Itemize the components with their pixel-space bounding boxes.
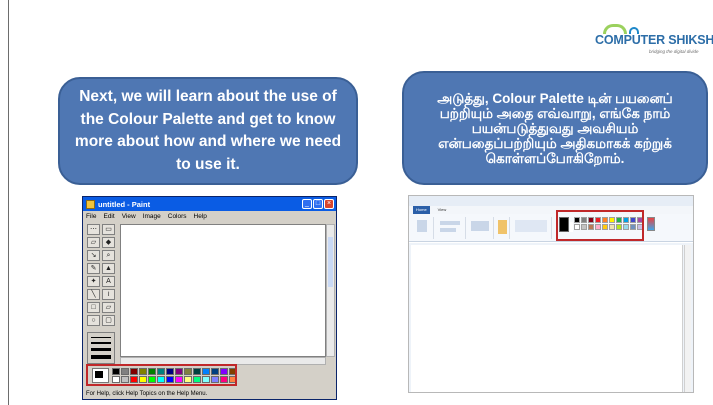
ellipse-tool-icon[interactable]: ○ bbox=[87, 315, 100, 326]
menu-help[interactable]: Help bbox=[194, 212, 207, 222]
tools-group[interactable] bbox=[468, 217, 494, 239]
classic-toolbox: ⋯ ▭ ▱ ◆ ↘ ⌕ ✎ ▲ ✦ A ╲ ≀ □ ▱ ○ ▢ bbox=[87, 224, 117, 374]
classic-paint-titlebar: untitled - Paint _ □ × bbox=[83, 197, 336, 211]
menu-view[interactable]: View bbox=[122, 212, 136, 222]
ribbon-paint-titlebar bbox=[409, 196, 693, 206]
maximize-button[interactable]: □ bbox=[313, 199, 323, 209]
airbrush-tool-icon[interactable]: ✦ bbox=[87, 276, 100, 287]
fill-tool-icon[interactable]: ◆ bbox=[102, 237, 115, 248]
ribbon-tabs: Home View bbox=[409, 206, 693, 214]
classic-paint-menubar: File Edit View Image Colors Help bbox=[83, 212, 336, 222]
menu-edit[interactable]: Edit bbox=[103, 212, 114, 222]
english-instruction-bubble: Next, we will learn about the use of the… bbox=[58, 77, 358, 185]
polygon-tool-icon[interactable]: ▱ bbox=[102, 302, 115, 313]
magnifier-tool-icon[interactable]: ⌕ bbox=[102, 250, 115, 261]
ribbon-palette-highlight bbox=[556, 210, 644, 241]
minimize-button[interactable]: _ bbox=[302, 199, 312, 209]
shapes-group[interactable] bbox=[512, 217, 552, 239]
menu-image[interactable]: Image bbox=[143, 212, 161, 222]
tamil-instruction-text: அடுத்து, Colour Palette டின் பயனைப் பற்ற… bbox=[437, 90, 673, 166]
menu-file[interactable]: File bbox=[86, 212, 96, 222]
close-button[interactable]: × bbox=[324, 199, 334, 209]
logo-name: COMPUTER SHIKSHA bbox=[595, 33, 713, 47]
eraser-tool-icon[interactable]: ▱ bbox=[87, 237, 100, 248]
rounded-rect-tool-icon[interactable]: ▢ bbox=[102, 315, 115, 326]
tab-view[interactable]: View bbox=[438, 206, 447, 214]
logo-tagline: bridging the digital divide bbox=[649, 49, 699, 54]
brush-tool-icon[interactable]: ▲ bbox=[102, 263, 115, 274]
brushes-group[interactable] bbox=[496, 217, 510, 239]
rect-select-tool-icon[interactable]: ▭ bbox=[102, 224, 115, 235]
classic-paint-title: untitled - Paint bbox=[98, 199, 151, 209]
line-tool-icon[interactable]: ╲ bbox=[87, 289, 100, 300]
ribbon-drawing-canvas[interactable] bbox=[411, 245, 683, 392]
curve-tool-icon[interactable]: ≀ bbox=[102, 289, 115, 300]
window-controls: _ □ × bbox=[302, 199, 334, 209]
image-group[interactable] bbox=[436, 217, 466, 239]
menu-colors[interactable]: Colors bbox=[168, 212, 187, 222]
ribbon-canvas-area bbox=[409, 243, 693, 392]
rectangle-tool-icon[interactable]: □ bbox=[87, 302, 100, 313]
line-width-options[interactable] bbox=[87, 332, 115, 364]
tamil-instruction-bubble: அடுத்து, Colour Palette டின் பயனைப் பற்ற… bbox=[402, 71, 708, 185]
slide: COMPUTER SHIKSHA bridging the digital di… bbox=[0, 0, 713, 405]
computer-shiksha-logo: COMPUTER SHIKSHA bridging the digital di… bbox=[593, 22, 713, 56]
free-select-tool-icon[interactable]: ⋯ bbox=[87, 224, 100, 235]
ribbon-vertical-scrollbar[interactable] bbox=[684, 245, 691, 392]
clipboard-group[interactable] bbox=[412, 217, 434, 239]
classic-status-bar: For Help, click Help Topics on the Help … bbox=[86, 391, 208, 397]
left-divider-line bbox=[8, 0, 9, 405]
english-instruction-text: Next, we will learn about the use of the… bbox=[74, 88, 342, 173]
ribbon-toolbar bbox=[409, 214, 693, 242]
paint-app-icon bbox=[86, 199, 95, 209]
classic-drawing-canvas[interactable] bbox=[120, 224, 326, 357]
color-picker-tool-icon[interactable]: ↘ bbox=[87, 250, 100, 261]
vertical-scrollbar[interactable] bbox=[326, 224, 335, 357]
pencil-tool-icon[interactable]: ✎ bbox=[87, 263, 100, 274]
classic-palette-highlight bbox=[86, 364, 237, 386]
tab-home[interactable]: Home bbox=[413, 206, 430, 214]
ribbon-paint-window: Home View bbox=[408, 195, 694, 393]
edit-colors-icon[interactable] bbox=[647, 217, 655, 231]
text-tool-icon[interactable]: A bbox=[102, 276, 115, 287]
